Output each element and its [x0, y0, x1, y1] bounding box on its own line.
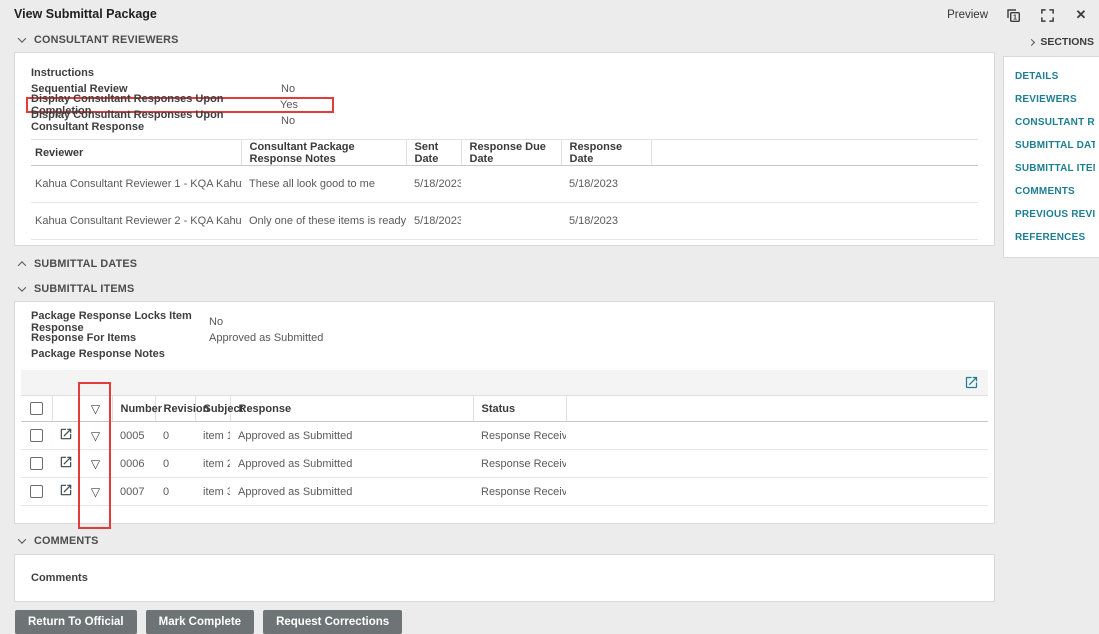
row-filter-icon[interactable]: ▽: [91, 457, 100, 471]
sections-link-previous-revisions[interactable]: PREVIOUS REVISIONS: [1015, 203, 1095, 226]
col-reviewer[interactable]: Reviewer: [31, 139, 241, 166]
sections-link-submittal-dates[interactable]: SUBMITTAL DATES: [1015, 134, 1095, 157]
chevron-down-icon: [17, 534, 27, 544]
preview-pages-icon[interactable]: 1: [1004, 6, 1022, 24]
open-item-icon[interactable]: [59, 427, 73, 441]
sections-link-details[interactable]: DETAILS: [1015, 65, 1095, 88]
chevron-right-icon: [1028, 38, 1036, 46]
form-body: CONSULTANT REVIEWERS Instructions Sequen…: [14, 28, 995, 634]
comments-label: Comments: [31, 572, 88, 584]
section-header-submittal-items[interactable]: SUBMITTAL ITEMS: [14, 277, 995, 301]
close-icon[interactable]: ✕: [1072, 6, 1090, 24]
table-footer-space: [21, 506, 988, 523]
col-notes[interactable]: Consultant Package Response Notes: [240, 139, 406, 166]
page-title: View Submittal Package: [14, 7, 157, 21]
items-table-wrap: ▽ Number Revision Subject Response Statu…: [21, 382, 988, 529]
row-checkbox[interactable]: [30, 485, 43, 498]
col-response[interactable]: Response: [229, 395, 473, 422]
field-package-response-locks: Package Response Locks Item Response No: [31, 310, 224, 334]
return-to-official-button[interactable]: Return To Official: [15, 610, 137, 634]
table-row: ▽ 0005 0 item 1 Approved as Submitted Re…: [21, 421, 988, 450]
items-table-toolbar: [21, 370, 988, 395]
sections-link-comments[interactable]: COMMENTS: [1015, 180, 1095, 203]
field-instructions: Instructions: [31, 67, 94, 79]
items-table-header: ▽ Number Revision Subject Response Statu…: [21, 395, 988, 422]
col-response-due-date[interactable]: Response Due Date: [460, 139, 561, 166]
table-row: ▽ 0007 0 item 3 Approved as Submitted Re…: [21, 477, 988, 506]
col-sent-date[interactable]: Sent Date: [405, 139, 461, 166]
title-bar: View Submittal Package: [0, 0, 1099, 28]
select-all-checkbox[interactable]: [29, 402, 43, 415]
open-in-new-icon[interactable]: [964, 375, 979, 390]
open-item-icon[interactable]: [59, 455, 73, 469]
row-checkbox[interactable]: [30, 429, 43, 442]
chevron-up-icon: [17, 260, 27, 270]
preview-button[interactable]: Preview: [947, 9, 988, 21]
window-controls: Preview 1 ✕: [947, 0, 1090, 30]
chevron-down-icon: [17, 33, 27, 43]
mark-complete-button[interactable]: Mark Complete: [145, 610, 255, 634]
table-row: Kahua Consultant Reviewer 1 - KQA Kahua …: [31, 165, 978, 203]
reviewers-table-header: Reviewer Consultant Package Response Not…: [31, 139, 978, 166]
chevron-down-icon: [17, 282, 27, 292]
svg-text:1: 1: [1013, 12, 1017, 21]
submittal-items-table: ▽ Number Revision Subject Response Statu…: [21, 395, 988, 506]
section-header-comments[interactable]: COMMENTS: [14, 529, 995, 553]
field-display-responses-consultant-response: Display Consultant Responses Upon Consul…: [31, 109, 296, 133]
sections-link-submittal-items[interactable]: SUBMITTAL ITEMS: [1015, 157, 1095, 180]
field-package-response-notes: Package Response Notes: [31, 348, 165, 360]
row-filter-icon[interactable]: ▽: [91, 429, 100, 443]
request-corrections-button[interactable]: Request Corrections: [263, 610, 403, 634]
open-item-icon[interactable]: [59, 483, 73, 497]
comments-card: Comments: [14, 554, 995, 602]
sections-link-reviewers[interactable]: REVIEWERS: [1015, 88, 1095, 111]
reviewers-table: Reviewer Consultant Package Response Not…: [31, 139, 978, 240]
field-response-for-items: Response For Items Approved as Submitted: [31, 332, 324, 344]
sections-panel: SECTIONS DETAILS REVIEWERS CONSULTANT RE…: [1003, 36, 1099, 258]
col-status[interactable]: Status: [472, 395, 566, 422]
col-number[interactable]: Number: [111, 395, 162, 422]
row-checkbox[interactable]: [30, 457, 43, 470]
row-filter-icon[interactable]: ▽: [91, 485, 100, 499]
section-header-consultant-reviewers[interactable]: CONSULTANT REVIEWERS: [14, 28, 995, 52]
sections-link-consultant-reviewers[interactable]: CONSULTANT REVIEW..: [1015, 111, 1095, 134]
sections-link-references[interactable]: REFERENCES: [1015, 226, 1095, 249]
table-row: Kahua Consultant Reviewer 2 - KQA Kahua …: [31, 202, 978, 240]
footer-actions: Return To Official Mark Complete Request…: [15, 610, 995, 634]
col-response-date[interactable]: Response Date: [560, 139, 651, 166]
sections-panel-toggle[interactable]: SECTIONS: [1003, 36, 1099, 48]
submittal-items-card: Package Response Locks Item Response No …: [14, 301, 995, 529]
section-header-submittal-dates[interactable]: SUBMITTAL DATES: [14, 252, 995, 276]
fullscreen-icon[interactable]: [1038, 6, 1056, 24]
table-row: ▽ 0006 0 item 2 Approved as Submitted Re…: [21, 449, 988, 478]
sections-nav: DETAILS REVIEWERS CONSULTANT REVIEW.. SU…: [1003, 56, 1099, 258]
consultant-reviewers-card: Instructions Sequential Review No Displa…: [14, 52, 995, 246]
filter-icon[interactable]: ▽: [91, 402, 100, 416]
